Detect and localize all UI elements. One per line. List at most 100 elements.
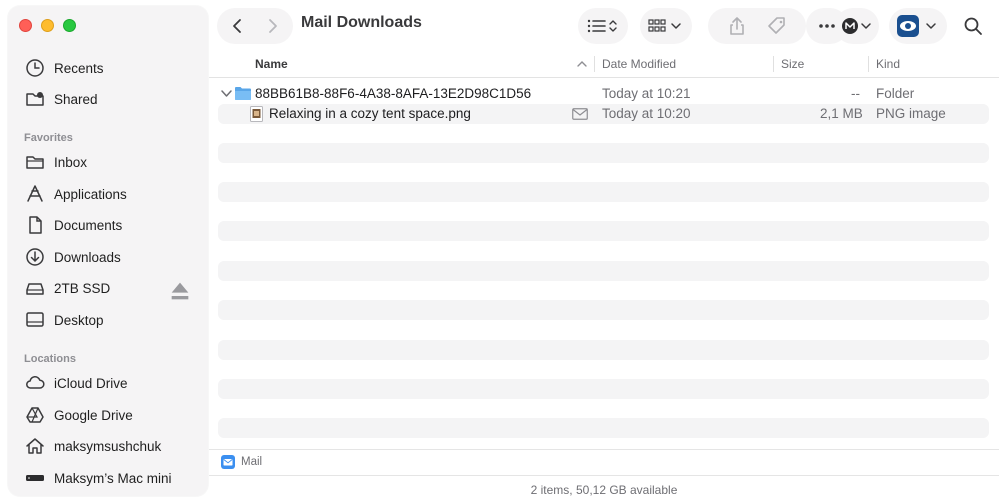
empty-row-stripe bbox=[218, 300, 989, 320]
column-name[interactable]: Name bbox=[255, 57, 288, 71]
chevron-right-icon bbox=[269, 19, 277, 33]
empty-row-stripe bbox=[218, 340, 989, 360]
sidebar-item-label: Shared bbox=[54, 91, 98, 107]
sidebar-item-label: Desktop bbox=[54, 312, 104, 328]
m-account-icon bbox=[842, 18, 871, 34]
chevron-left-icon bbox=[233, 19, 241, 33]
shared-folder-icon bbox=[24, 88, 46, 110]
table-row[interactable]: Relaxing in a cozy tent space.png Today … bbox=[218, 104, 989, 124]
folder-icon bbox=[24, 151, 46, 173]
tags-button[interactable] bbox=[757, 8, 797, 44]
eye-app-icon bbox=[897, 15, 936, 37]
preview-app-button[interactable] bbox=[889, 8, 947, 44]
mail-app-icon bbox=[221, 455, 235, 469]
file-kind: Folder bbox=[876, 86, 915, 101]
eject-icon[interactable] bbox=[170, 281, 190, 301]
column-size[interactable]: Size bbox=[781, 57, 804, 71]
sidebar-item-label: iCloud Drive bbox=[54, 375, 128, 391]
view-options-button[interactable] bbox=[578, 8, 628, 44]
folder-icon bbox=[235, 87, 251, 100]
status-text: 2 items, 50,12 GB available bbox=[530, 483, 678, 497]
sidebar-item-mac-mini[interactable]: Maksym’s Mac mini bbox=[24, 465, 196, 491]
search-icon bbox=[964, 17, 982, 35]
sidebar-item-home[interactable]: maksymsushchuk bbox=[24, 433, 196, 459]
close-window-button[interactable] bbox=[19, 19, 32, 32]
sidebar-item-applications[interactable]: Applications bbox=[24, 181, 196, 207]
minimize-window-button[interactable] bbox=[41, 19, 54, 32]
column-divider[interactable] bbox=[773, 56, 774, 72]
desktop-icon bbox=[24, 309, 46, 331]
group-button[interactable] bbox=[640, 8, 692, 44]
empty-row-stripe bbox=[218, 418, 989, 438]
clock-icon bbox=[24, 57, 46, 79]
sidebar: Recents Shared Favorites Inbox Applicati… bbox=[8, 6, 208, 496]
search-button[interactable] bbox=[954, 8, 992, 44]
sidebar-item-2tb-ssd[interactable]: 2TB SSD bbox=[24, 275, 196, 301]
window-title: Mail Downloads bbox=[301, 14, 422, 31]
share-tags-group bbox=[708, 8, 806, 44]
sidebar-item-desktop[interactable]: Desktop bbox=[24, 307, 196, 333]
sidebar-item-label: Maksym’s Mac mini bbox=[54, 470, 172, 486]
file-size: -- bbox=[851, 86, 860, 101]
drive-icon bbox=[24, 277, 46, 299]
navigation-buttons bbox=[217, 8, 293, 44]
column-header: Name Date Modified Size Kind bbox=[209, 50, 999, 78]
mail-icon bbox=[572, 108, 588, 120]
sidebar-item-inbox[interactable]: Inbox bbox=[24, 149, 196, 175]
sidebar-item-label: Recents bbox=[54, 60, 104, 76]
disclosure-expanded-icon[interactable] bbox=[221, 89, 232, 98]
sidebar-item-label: Applications bbox=[54, 186, 127, 202]
date-modified: Today at 10:21 bbox=[602, 86, 691, 101]
column-divider[interactable] bbox=[594, 56, 595, 72]
sidebar-item-downloads[interactable]: Downloads bbox=[24, 244, 196, 270]
home-icon bbox=[24, 435, 46, 457]
date-modified: Today at 10:20 bbox=[602, 106, 691, 121]
window-controls bbox=[19, 19, 76, 32]
tag-icon bbox=[768, 17, 785, 34]
mac-mini-icon bbox=[24, 467, 46, 489]
favorites-header: Favorites bbox=[24, 132, 73, 144]
back-button[interactable] bbox=[219, 8, 255, 44]
finder-window: Recents Shared Favorites Inbox Applicati… bbox=[0, 0, 999, 503]
sidebar-item-label: Google Drive bbox=[54, 407, 133, 423]
sidebar-item-label: 2TB SSD bbox=[54, 280, 111, 296]
empty-row-stripe bbox=[218, 221, 989, 241]
sidebar-item-documents[interactable]: Documents bbox=[24, 212, 196, 238]
file-kind: PNG image bbox=[876, 106, 946, 121]
status-bar: 2 items, 50,12 GB available bbox=[209, 475, 999, 503]
file-name: 88BB61B8-88F6-4A38-8AFA-13E2D98C1D56 bbox=[255, 86, 532, 101]
file-name: Relaxing in a cozy tent space.png bbox=[269, 106, 471, 121]
grid-group-icon bbox=[648, 19, 681, 32]
toolbar: Mail Downloads bbox=[209, 0, 999, 50]
share-icon bbox=[730, 17, 744, 35]
sort-ascending-icon[interactable] bbox=[577, 60, 587, 68]
zoom-window-button[interactable] bbox=[63, 19, 76, 32]
applications-icon bbox=[24, 183, 46, 205]
sidebar-item-recents[interactable]: Recents bbox=[24, 55, 196, 81]
sidebar-item-google-drive[interactable]: Google Drive bbox=[24, 402, 196, 428]
document-icon bbox=[24, 214, 46, 236]
sidebar-item-shared[interactable]: Shared bbox=[24, 86, 196, 112]
table-row[interactable]: 88BB61B8-88F6-4A38-8AFA-13E2D98C1D56 Tod… bbox=[218, 84, 989, 104]
list-view-icon bbox=[587, 19, 617, 33]
sidebar-item-label: Downloads bbox=[54, 249, 121, 265]
column-date-modified[interactable]: Date Modified bbox=[602, 57, 676, 71]
sidebar-item-label: Documents bbox=[54, 217, 123, 233]
forward-button[interactable] bbox=[255, 8, 291, 44]
empty-row-stripe bbox=[218, 182, 989, 202]
path-bar: Mail bbox=[209, 449, 999, 474]
column-kind[interactable]: Kind bbox=[876, 57, 900, 71]
path-label: Mail bbox=[241, 456, 263, 468]
file-size: 2,1 MB bbox=[820, 106, 863, 121]
empty-row-stripe bbox=[218, 379, 989, 399]
sidebar-item-icloud-drive[interactable]: iCloud Drive bbox=[24, 370, 196, 396]
column-divider[interactable] bbox=[868, 56, 869, 72]
ellipsis-icon bbox=[819, 24, 835, 28]
sidebar-item-label: maksymsushchuk bbox=[54, 438, 162, 454]
account-menu-button[interactable] bbox=[835, 8, 879, 44]
path-item-mail[interactable]: Mail bbox=[221, 455, 262, 469]
share-button[interactable] bbox=[717, 8, 757, 44]
empty-row-stripe bbox=[218, 143, 989, 163]
google-drive-icon bbox=[24, 404, 46, 426]
locations-header: Locations bbox=[24, 353, 76, 365]
